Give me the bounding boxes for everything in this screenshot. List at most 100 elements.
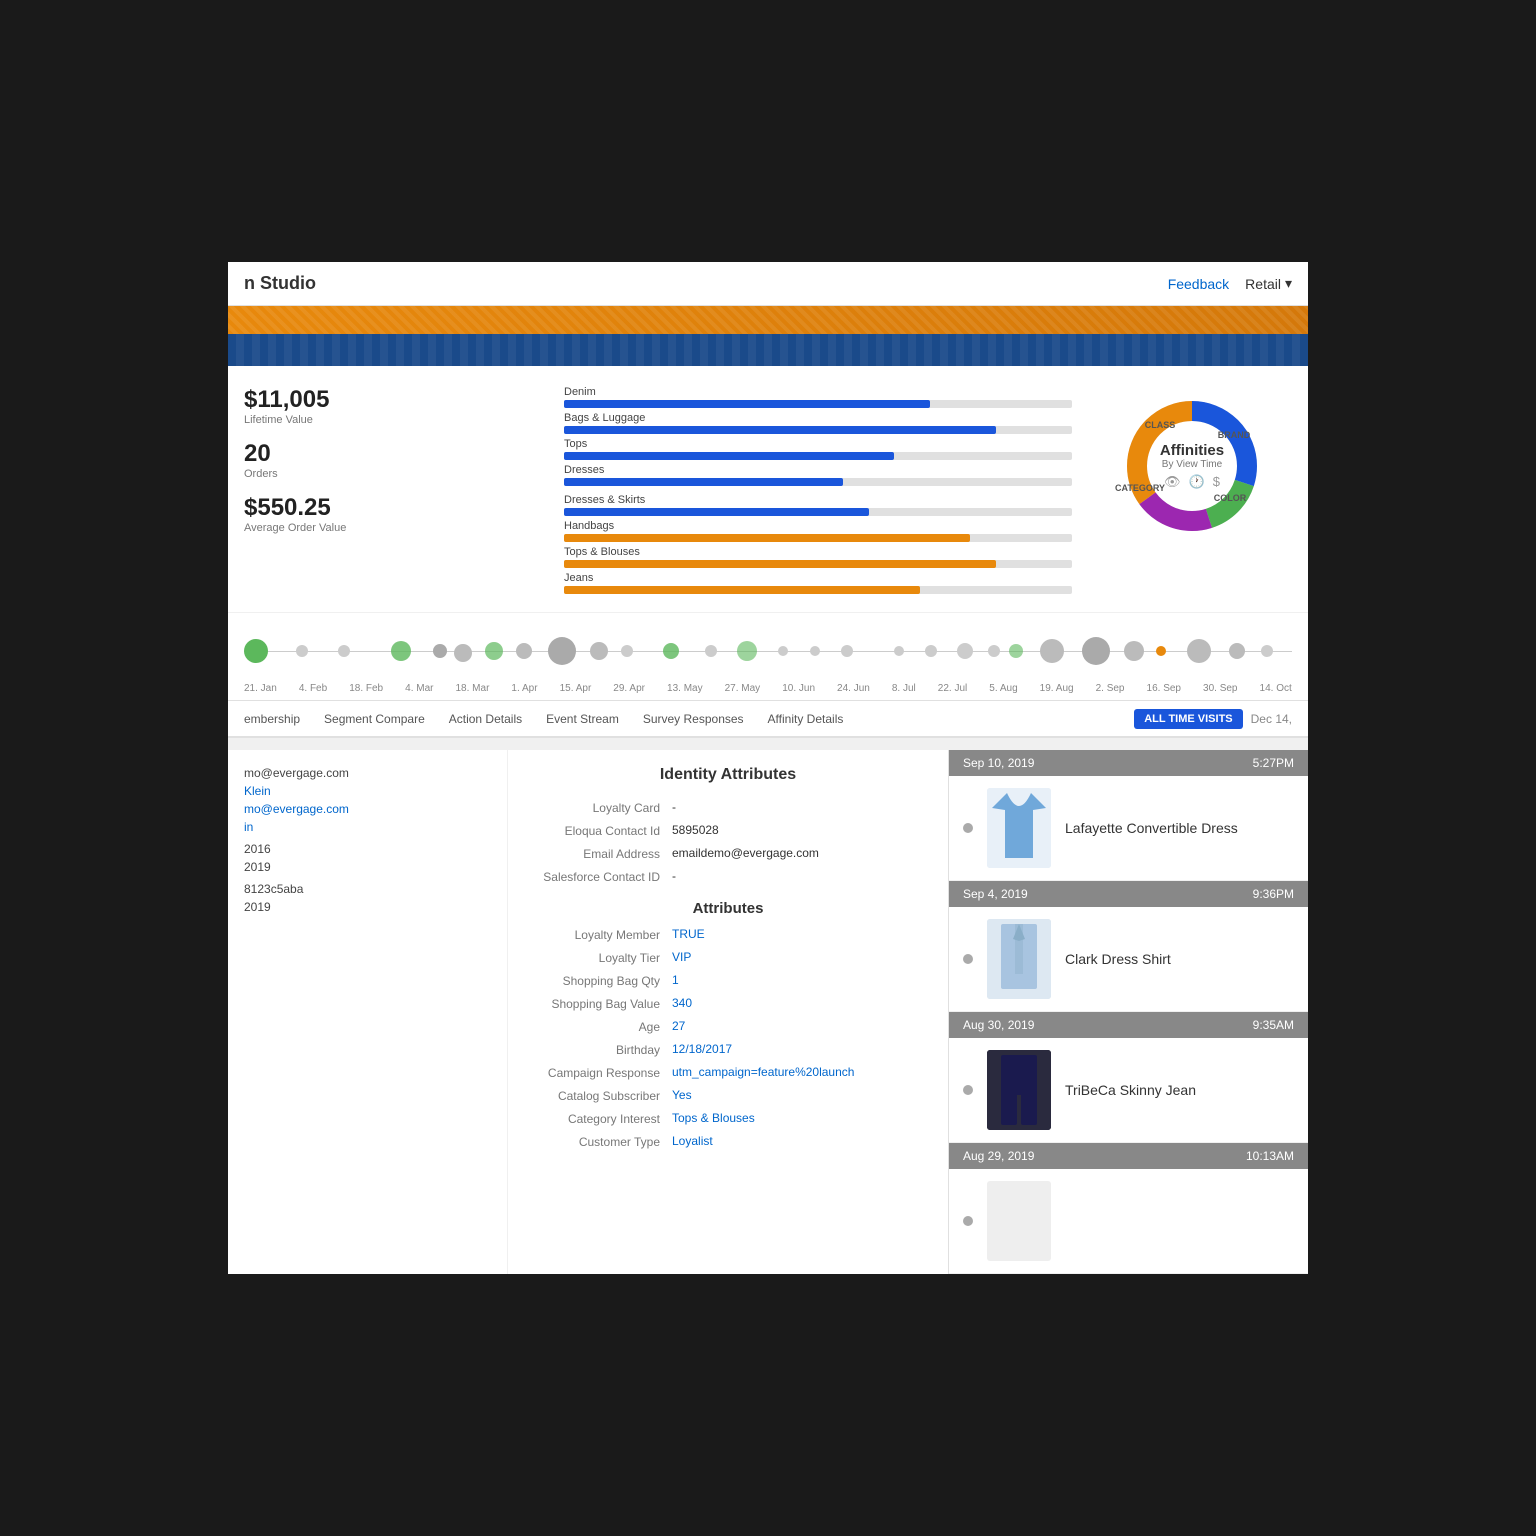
attr-value[interactable]: VIP (672, 950, 924, 964)
link-item-1[interactable]: Klein (244, 784, 491, 798)
affinities-area: Denim Bags & Luggage Tops Dresses (564, 386, 1292, 602)
identity-label: Loyalty Card (532, 800, 672, 815)
bar-fill (564, 478, 843, 486)
product-name: TriBeCa Skinny Jean (1065, 1082, 1196, 1098)
attr-row: Birthday 12/18/2017 (532, 1042, 924, 1057)
identity-row: Loyalty Card - (532, 800, 924, 815)
nav-tab[interactable]: Segment Compare (324, 704, 425, 734)
bar-fill (564, 508, 869, 516)
identity-value: - (672, 800, 924, 814)
bar-item: Handbags (564, 520, 1072, 542)
bar-track (564, 586, 1072, 594)
nav-tab[interactable]: Action Details (449, 704, 522, 734)
stream-date: Sep 10, 2019 (963, 756, 1034, 770)
attr-value[interactable]: 1 (672, 973, 924, 987)
bar-label: Tops & Blouses (564, 546, 1072, 558)
stream-body: Clark Dress Shirt (949, 907, 1308, 1011)
stream-header: Sep 4, 2019 9:36PM (949, 881, 1308, 907)
retail-dropdown[interactable]: Retail ▾ (1245, 275, 1292, 292)
bar-label: Bags & Luggage (564, 412, 1072, 424)
attr-value[interactable]: 340 (672, 996, 924, 1010)
date-3: 2019 (244, 900, 271, 914)
identity-value: - (672, 869, 924, 883)
attr-label: Age (532, 1019, 672, 1034)
bar-track (564, 560, 1072, 568)
attr-row: Loyalty Member TRUE (532, 927, 924, 942)
link-2[interactable]: in (244, 820, 253, 834)
product-stream: Sep 10, 2019 5:27PM Lafayette Convertibl… (948, 750, 1308, 1274)
bar-label: Jeans (564, 572, 1072, 584)
identity-label: Salesforce Contact ID (532, 869, 672, 884)
identity-row: Eloqua Contact Id 5895028 (532, 823, 924, 838)
attr-value[interactable]: 27 (672, 1019, 924, 1033)
attr-value[interactable]: TRUE (672, 927, 924, 941)
timeline-label: 22. Jul (938, 683, 967, 694)
stream-date: Aug 30, 2019 (963, 1018, 1034, 1032)
identity-title: Identity Attributes (532, 766, 924, 784)
id-value: 8123c5aba (244, 882, 303, 896)
bar-track (564, 400, 1072, 408)
attr-row: Customer Type Loyalist (532, 1134, 924, 1149)
svg-text:COLOR: COLOR (1214, 493, 1247, 503)
bar-track (564, 508, 1072, 516)
bar-fill (564, 534, 970, 542)
stream-body (949, 1169, 1308, 1273)
bar-item: Bags & Luggage (564, 412, 1072, 434)
timeline-label: 21. Jan (244, 683, 277, 694)
nav-tab[interactable]: Affinity Details (768, 704, 844, 734)
identity-row: Email Address emaildemo@evergage.com (532, 846, 924, 861)
timeline-label: 16. Sep (1147, 683, 1181, 694)
timeline-label: 5. Aug (989, 683, 1017, 694)
affinity-bars: Denim Bags & Luggage Tops Dresses (564, 386, 1072, 602)
all-time-button[interactable]: ALL TIME VISITS (1134, 709, 1242, 729)
identity-label: Email Address (532, 846, 672, 861)
nav-tab[interactable]: Event Stream (546, 704, 619, 734)
attr-row: Loyalty Tier VIP (532, 950, 924, 965)
stream-time: 9:36PM (1253, 887, 1294, 901)
bar-item: Jeans (564, 572, 1072, 594)
nav-tab[interactable]: Survey Responses (643, 704, 744, 734)
bar-label: Tops (564, 438, 1072, 450)
bar-label: Denim (564, 386, 1072, 398)
eye-icon: 👁 (1164, 474, 1181, 490)
feedback-link[interactable]: Feedback (1168, 276, 1229, 292)
attr-label: Shopping Bag Value (532, 996, 672, 1011)
orange-banner (228, 306, 1308, 334)
email-2[interactable]: mo@evergage.com (244, 802, 349, 816)
stream-header: Aug 30, 2019 9:35AM (949, 1012, 1308, 1038)
attr-value[interactable]: Yes (672, 1088, 924, 1102)
donut-subtitle: By View Time (1160, 459, 1224, 470)
timeline-label: 2. Sep (1096, 683, 1125, 694)
stream-dot (963, 1216, 973, 1226)
link-item-2[interactable]: in (244, 820, 491, 834)
bar-track (564, 534, 1072, 542)
bar-item: Tops (564, 438, 1072, 460)
attr-value[interactable]: 12/18/2017 (672, 1042, 924, 1056)
stats-area: $11,005 Lifetime Value 20 Orders $550.25… (244, 386, 544, 602)
stream-time: 10:13AM (1246, 1149, 1294, 1163)
avg-order-label: Average Order Value (244, 522, 544, 534)
attr-value[interactable]: Loyalist (672, 1134, 924, 1148)
identity-label: Eloqua Contact Id (532, 823, 672, 838)
top-section: $11,005 Lifetime Value 20 Orders $550.25… (228, 366, 1308, 612)
email-item-2: mo@evergage.com (244, 802, 491, 816)
link-1[interactable]: Klein (244, 784, 271, 798)
nav-tab[interactable]: embership (244, 704, 300, 734)
timeline-track (244, 621, 1292, 681)
avg-order-stat: $550.25 Average Order Value (244, 494, 544, 534)
attr-row: Age 27 (532, 1019, 924, 1034)
lifetime-value-label: Lifetime Value (244, 414, 544, 426)
attr-label: Campaign Response (532, 1065, 672, 1080)
attr-label: Loyalty Tier (532, 950, 672, 965)
attr-value[interactable]: utm_campaign=feature%20launch (672, 1065, 924, 1079)
avg-order-value: $550.25 (244, 494, 544, 522)
attr-fields: Loyalty Member TRUE Loyalty Tier VIP Sho… (532, 927, 924, 1149)
wave-banner (228, 334, 1308, 366)
orders-label: Orders (244, 468, 544, 480)
nav-tabs-left: embership Segment Compare Action Details Ev… (244, 704, 843, 734)
identity-row: Salesforce Contact ID - (532, 869, 924, 884)
attributes-title: Attributes (532, 900, 924, 917)
attr-value[interactable]: Tops & Blouses (672, 1111, 924, 1125)
timeline-label: 4. Mar (405, 683, 433, 694)
header: n Studio Feedback Retail ▾ (228, 262, 1308, 306)
